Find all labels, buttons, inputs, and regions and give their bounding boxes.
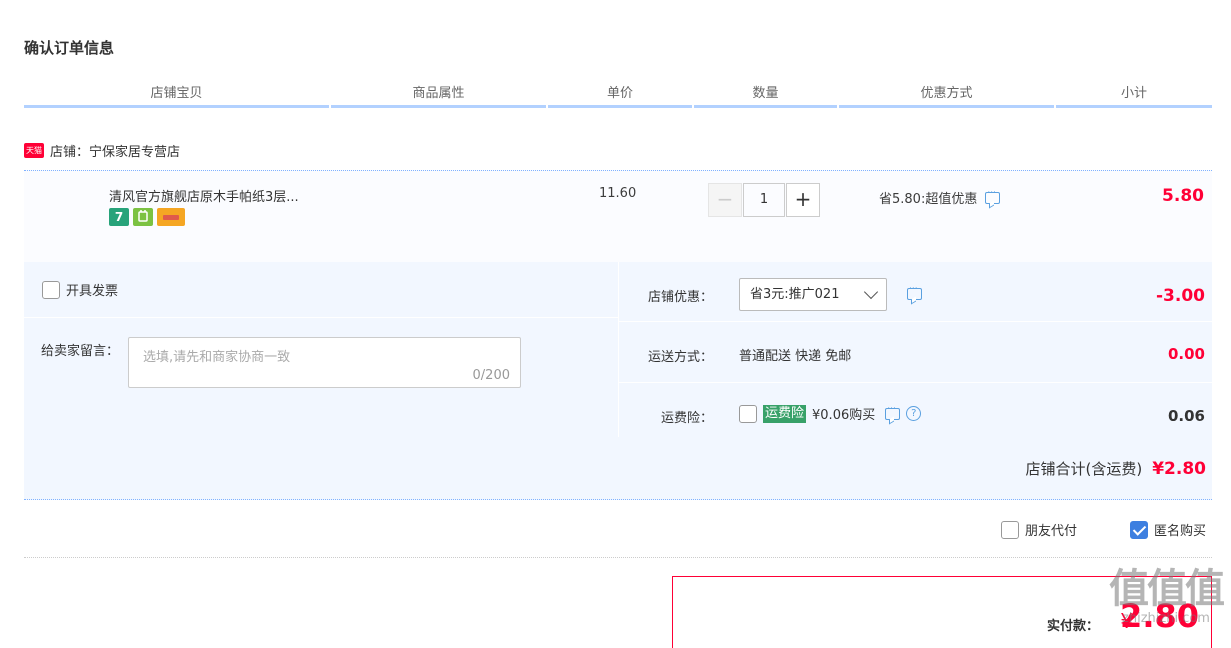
insurance-option: 运费险 ¥0.06购买 ? (739, 404, 922, 423)
invoice-label: 开具发票 (66, 284, 119, 299)
help-icon[interactable]: ? (906, 406, 922, 421)
item-subtotal: 5.80 (1162, 186, 1204, 206)
column-quantity: 数量 (694, 84, 837, 108)
column-subtotal: 小计 (1056, 84, 1212, 108)
coupon-label: 店铺优惠： (647, 290, 713, 305)
payment-label: 实付款： (1046, 619, 1099, 634)
qty-increase-button[interactable]: + (786, 183, 820, 217)
service-icons: 7 (109, 208, 185, 226)
message-placeholder: 选填,请先和商家协商一致 (143, 350, 291, 365)
chat-icon[interactable] (985, 188, 1001, 204)
tmall-icon: 天猫 (24, 142, 44, 158)
coupon-row: 店铺优惠： 省3元:推广021 -3.00 (619, 262, 1213, 322)
shop-name[interactable]: 店铺：宁保家居专营店 (50, 141, 180, 160)
page-title: 确认订单信息 (24, 39, 115, 57)
invoice-option[interactable]: 开具发票 (42, 280, 118, 299)
insurance-badge: 运费险 (763, 404, 807, 423)
message-section: 给卖家留言： 选填,请先和商家协商一致 0/200 (24, 319, 618, 437)
guarantee-icon[interactable] (133, 208, 153, 226)
shop-line: 天猫 店铺：宁保家居专营店 (24, 140, 180, 160)
insurance-row: 运费险： 运费险 ¥0.06购买 ? 0.06 (619, 384, 1213, 437)
invoice-section: 开具发票 (24, 262, 618, 318)
friend-pay-label: 朋友代付 (1025, 524, 1078, 539)
seven-day-return-icon[interactable]: 7 (109, 208, 129, 226)
chevron-down-icon (863, 284, 879, 300)
promotion-text: 省5.80:超值优惠 (879, 192, 978, 207)
qty-decrease-button[interactable]: − (708, 183, 742, 217)
anonymous-checkbox[interactable] (1130, 520, 1148, 539)
qty-input[interactable]: 1 (743, 183, 785, 217)
coupon-selected: 省3元:推广021 (750, 287, 840, 302)
chat-icon[interactable] (907, 284, 922, 300)
order-summary-options: 店铺优惠： 省3元:推广021 -3.00 运送方式： 普通配送 快递 免邮 0… (618, 262, 1213, 437)
invoice-checkbox[interactable] (42, 280, 60, 299)
anonymous-label: 匿名购买 (1154, 524, 1207, 539)
shop-total-amount: ¥2.80 (1152, 459, 1206, 479)
column-unit-price: 单价 (548, 84, 692, 108)
item-title[interactable]: 清风官方旗舰店原木手帕纸3层... (109, 186, 299, 205)
payment-summary: 实付款： ¥ 2.80 (672, 576, 1212, 648)
insurance-checkbox[interactable] (739, 404, 757, 423)
shop-total-label: 店铺合计(含运费) (1025, 460, 1143, 478)
shipping-row: 运送方式： 普通配送 快递 免邮 0.00 (619, 323, 1213, 383)
anonymous-option[interactable]: 匿名购买 (1130, 520, 1206, 539)
shipping-method[interactable]: 普通配送 快递 免邮 (739, 345, 851, 364)
shipping-amount: 0.00 (1167, 345, 1205, 363)
column-header: 店铺宝贝 商品属性 单价 数量 优惠方式 小计 (24, 84, 1212, 108)
shipping-label: 运送方式： (647, 350, 713, 365)
column-shop-item: 店铺宝贝 (24, 84, 329, 108)
column-attributes: 商品属性 (331, 84, 546, 108)
insurance-amount: 0.06 (1167, 407, 1205, 425)
message-label: 给卖家留言： (41, 344, 120, 359)
promotion: 省5.80:超值优惠 (879, 188, 1001, 207)
friend-pay-option[interactable]: 朋友代付 (1001, 520, 1077, 539)
friend-pay-checkbox[interactable] (1001, 520, 1019, 539)
column-promotion: 优惠方式 (839, 84, 1054, 108)
insurance-price: ¥0.06购买 (812, 408, 876, 423)
extra-options: 朋友代付 匿名购买 (24, 510, 1212, 558)
chat-icon[interactable] (885, 404, 901, 420)
message-textarea[interactable]: 选填,请先和商家协商一致 0/200 (128, 337, 521, 388)
item-row: 清风官方旗舰店原木手帕纸3层... 7 11.60 − 1 + 省5.80:超值… (24, 170, 1212, 262)
payment-amount: 2.80 (1120, 597, 1199, 635)
unit-price: 11.60 (599, 186, 637, 201)
credit-card-icon[interactable] (157, 208, 185, 226)
shop-total: 店铺合计(含运费) ¥2.80 (1026, 458, 1207, 479)
order-options-panel: 开具发票 给卖家留言： 选填,请先和商家协商一致 0/200 店铺优惠： 省3元… (24, 262, 1213, 500)
insurance-label: 运费险： (660, 411, 713, 426)
message-counter: 0/200 (472, 368, 510, 383)
coupon-select[interactable]: 省3元:推广021 (739, 278, 887, 311)
quantity-stepper: − 1 + (708, 183, 820, 217)
coupon-amount: -3.00 (1156, 286, 1205, 306)
